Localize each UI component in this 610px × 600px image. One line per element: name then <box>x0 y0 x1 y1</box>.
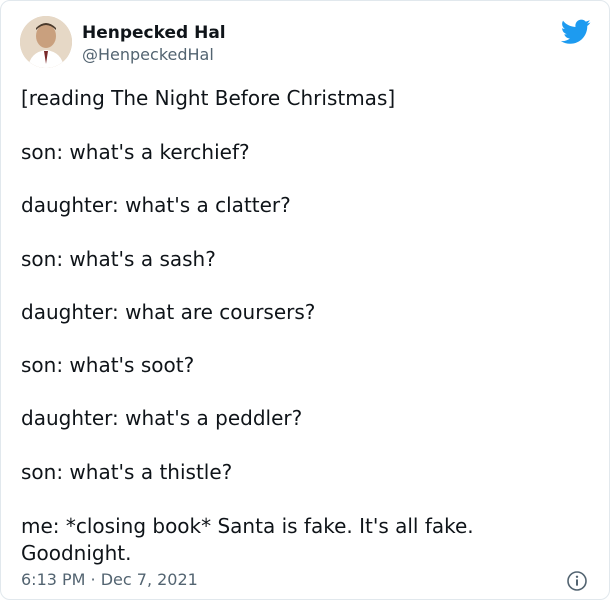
tweet-line: daughter: what's a clatter? <box>21 193 291 217</box>
twitter-bird-icon[interactable] <box>560 19 591 45</box>
tweet-card: Henpecked Hal @HenpeckedHal [reading The… <box>0 0 610 600</box>
tweet-line: son: what's a kerchief? <box>21 140 250 164</box>
author-name[interactable]: Henpecked Hal <box>82 23 226 43</box>
avatar[interactable] <box>20 16 72 68</box>
tweet-line: daughter: what are coursers? <box>21 300 316 324</box>
tweet-line: [reading The Night Before Christmas] <box>21 86 396 110</box>
info-icon[interactable] <box>566 570 588 592</box>
author-handle[interactable]: @HenpeckedHal <box>82 45 214 64</box>
tweet-line: son: what's soot? <box>21 353 195 377</box>
tweet-line: daughter: what's a peddler? <box>21 406 303 430</box>
tweet-line: son: what's a sash? <box>21 247 216 271</box>
tweet-line: son: what's a thistle? <box>21 460 233 484</box>
tweet-line: me: *closing book* Santa is fake. It's a… <box>21 514 474 565</box>
tweet-timestamp[interactable]: 6:13 PM · Dec 7, 2021 <box>21 570 198 589</box>
